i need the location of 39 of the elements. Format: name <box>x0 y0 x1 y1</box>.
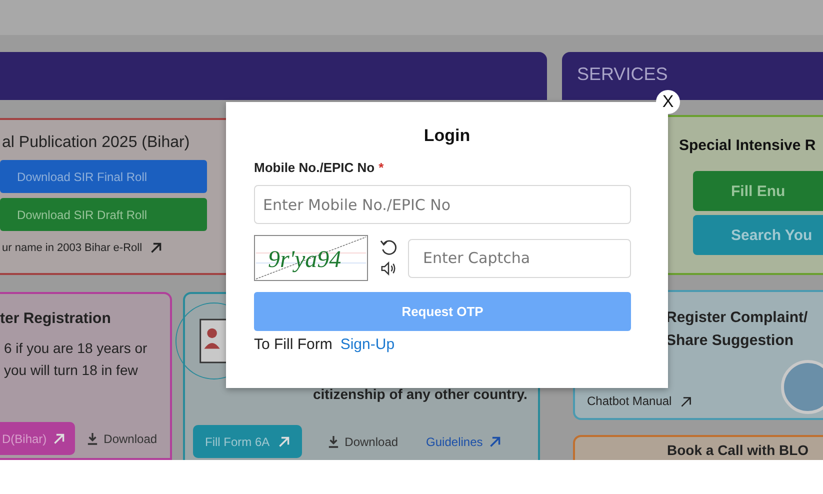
card-title: Book a Call with BLO <box>667 442 810 458</box>
request-otp-button[interactable]: Request OTP <box>254 292 631 331</box>
signup-link[interactable]: Sign-Up <box>340 336 395 353</box>
card-title: Special Intensive R <box>679 137 817 154</box>
card-title: al Publication 2025 (Bihar) <box>1 134 190 153</box>
refresh-icon[interactable] <box>380 239 396 256</box>
dialog-title: Login <box>422 126 472 146</box>
arrow-icon <box>488 436 501 448</box>
footer-text: To Fill Form <box>254 336 332 353</box>
form-button[interactable]: D(Bihar) <box>0 422 75 455</box>
download-icon <box>86 432 98 445</box>
arrow-icon <box>680 396 692 408</box>
captcha-image: 9r'ya94 <box>254 235 368 281</box>
download-icon <box>328 435 339 448</box>
card-text: you will turn 18 in few <box>3 361 139 380</box>
eroll-link[interactable]: ur name in 2003 Bihar e-Roll <box>2 242 142 254</box>
avatar-circle <box>781 360 823 414</box>
service-button[interactable]: Fill Enu <box>693 171 823 211</box>
field-label: Mobile No./EPIC No <box>254 160 375 175</box>
card-text: 6 if you are 18 years or <box>3 339 148 358</box>
mobile-input-field[interactable]: Enter Mobile No./EPIC No <box>254 185 631 224</box>
form-button[interactable]: Fill Form 6A <box>193 425 302 458</box>
service-button[interactable]: Search You <box>693 215 823 255</box>
arrow-icon <box>150 242 162 254</box>
chatbot-link[interactable]: Chatbot Manual <box>587 394 672 408</box>
download-button[interactable]: Download SIR Final Roll <box>0 160 207 193</box>
arrow-icon <box>52 432 65 444</box>
required-mark: * <box>378 160 384 175</box>
speaker-icon[interactable] <box>380 260 396 277</box>
card-text: citizenship of any other country. <box>313 386 528 402</box>
guidelines-link[interactable]: Guidelines <box>426 434 483 448</box>
captcha-input-field[interactable]: Enter Captcha <box>408 238 631 278</box>
download-link[interactable]: Download <box>344 434 398 448</box>
download-button[interactable]: Download SIR Draft Roll <box>0 198 207 231</box>
card-title: Register Complaint/ <box>666 308 809 328</box>
arrow-icon <box>278 436 290 448</box>
card-title: Share Suggestion <box>666 331 795 351</box>
download-link[interactable]: Download <box>104 432 158 446</box>
card-title: ter Registration <box>0 310 112 327</box>
